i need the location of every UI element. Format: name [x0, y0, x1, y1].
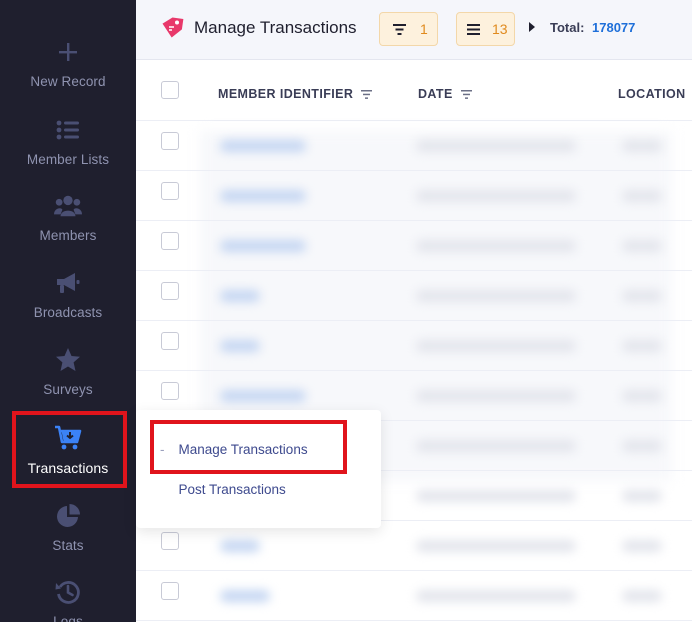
- column-header-label: DATE: [418, 87, 453, 101]
- sidebar-item-logs[interactable]: Logs: [0, 578, 136, 622]
- pie-chart-icon: [54, 502, 82, 530]
- blurred-cell: [220, 140, 306, 152]
- cart-icon: [54, 424, 82, 452]
- sort-filter-icon[interactable]: [361, 89, 373, 99]
- row-checkbox[interactable]: [161, 282, 179, 300]
- page-header: Manage Transactions 1 13 Total: 178077: [136, 0, 692, 60]
- sort-filter-icon[interactable]: [460, 89, 472, 99]
- history-icon: [54, 578, 82, 606]
- blurred-cell: [416, 540, 576, 552]
- sidebar: New Record Member Lists Members Broadcas…: [0, 0, 136, 622]
- columns-count-badge: 13: [492, 21, 508, 37]
- sidebar-item-label: Members: [39, 228, 97, 243]
- table-row[interactable]: [136, 321, 692, 371]
- blurred-cell: [416, 240, 576, 252]
- users-icon: [54, 192, 82, 220]
- blurred-cell: [416, 440, 576, 452]
- total-label: Total:: [550, 20, 585, 35]
- blurred-cell: [622, 440, 662, 452]
- sidebar-item-label: New Record: [30, 74, 106, 89]
- blurred-cell: [416, 290, 576, 302]
- app-window: New Record Member Lists Members Broadcas…: [0, 0, 692, 622]
- blurred-cell: [622, 140, 662, 152]
- total-value: 178077: [592, 20, 636, 35]
- transactions-table: MEMBER IDENTIFIER DATE LOCATION: [136, 61, 692, 622]
- page-title: Manage Transactions: [194, 18, 357, 37]
- submenu-item-label: Post Transactions: [178, 482, 286, 497]
- blurred-cell: [220, 190, 306, 202]
- blurred-cell: [622, 340, 662, 352]
- blurred-cell: [220, 340, 260, 352]
- columns-button[interactable]: 13: [456, 12, 515, 46]
- sidebar-item-member-lists[interactable]: Member Lists: [0, 116, 136, 186]
- transactions-submenu: - Manage Transactions - Post Transaction…: [136, 410, 381, 528]
- bullet-dash: -: [160, 482, 165, 497]
- submenu-item-manage-transactions[interactable]: - Manage Transactions: [160, 442, 308, 457]
- row-checkbox[interactable]: [161, 382, 179, 400]
- blurred-cell: [220, 540, 260, 552]
- menu-lines-icon: [467, 23, 480, 35]
- blurred-cell: [416, 590, 576, 602]
- megaphone-icon: [54, 269, 82, 297]
- row-checkbox[interactable]: [161, 582, 179, 600]
- table-row[interactable]: [136, 571, 692, 621]
- column-header-location[interactable]: LOCATION: [618, 87, 686, 101]
- caret-right-icon[interactable]: [529, 22, 535, 32]
- filter-count-badge: 1: [420, 21, 428, 37]
- blurred-cell: [622, 490, 662, 502]
- blurred-cell: [220, 290, 260, 302]
- blurred-cell: [416, 340, 576, 352]
- table-header: MEMBER IDENTIFIER DATE LOCATION: [136, 61, 692, 121]
- sidebar-item-transactions[interactable]: Transactions: [0, 424, 136, 494]
- submenu-item-post-transactions[interactable]: - Post Transactions: [160, 482, 286, 497]
- sidebar-item-label: Logs: [53, 614, 83, 622]
- column-header-label: MEMBER IDENTIFIER: [218, 87, 354, 101]
- column-header-date[interactable]: DATE: [418, 87, 472, 101]
- sidebar-item-label: Surveys: [43, 382, 93, 397]
- row-checkbox[interactable]: [161, 532, 179, 550]
- table-row[interactable]: [136, 121, 692, 171]
- sidebar-item-label: Stats: [52, 538, 84, 553]
- list-icon: [54, 116, 82, 144]
- sidebar-item-stats[interactable]: Stats: [0, 502, 136, 572]
- row-checkbox[interactable]: [161, 232, 179, 250]
- submenu-item-label: Manage Transactions: [178, 442, 308, 457]
- blurred-cell: [622, 190, 662, 202]
- tag-icon: [160, 16, 184, 40]
- blurred-cell: [220, 240, 306, 252]
- blurred-cell: [416, 390, 576, 402]
- blurred-cell: [622, 540, 662, 552]
- sidebar-item-label: Broadcasts: [33, 305, 103, 320]
- blurred-cell: [622, 390, 662, 402]
- sidebar-item-broadcasts[interactable]: Broadcasts: [0, 269, 136, 339]
- sidebar-item-label: Transactions: [27, 460, 109, 476]
- table-row[interactable]: [136, 221, 692, 271]
- table-row[interactable]: [136, 171, 692, 221]
- blurred-cell: [416, 190, 576, 202]
- blurred-cell: [622, 240, 662, 252]
- star-icon: [54, 346, 82, 374]
- blurred-cell: [622, 290, 662, 302]
- column-header-label: LOCATION: [618, 87, 686, 101]
- blurred-cell: [220, 390, 306, 402]
- sidebar-item-label: Member Lists: [26, 152, 110, 167]
- blurred-cell: [622, 590, 662, 602]
- row-checkbox[interactable]: [161, 182, 179, 200]
- filter-button[interactable]: 1: [379, 12, 438, 46]
- row-checkbox[interactable]: [161, 332, 179, 350]
- blurred-cell: [416, 490, 576, 502]
- row-checkbox[interactable]: [161, 132, 179, 150]
- plus-icon: [54, 38, 82, 66]
- column-header-member-identifier[interactable]: MEMBER IDENTIFIER: [218, 87, 373, 101]
- sidebar-item-new-record[interactable]: New Record: [0, 38, 136, 108]
- table-row[interactable]: [136, 521, 692, 571]
- sidebar-item-surveys[interactable]: Surveys: [0, 346, 136, 416]
- table-row[interactable]: [136, 271, 692, 321]
- filter-icon: [393, 23, 406, 35]
- select-all-checkbox[interactable]: [161, 81, 179, 99]
- bullet-dash: -: [160, 442, 165, 457]
- blurred-cell: [220, 590, 270, 602]
- blurred-cell: [416, 140, 576, 152]
- sidebar-item-members[interactable]: Members: [0, 192, 136, 262]
